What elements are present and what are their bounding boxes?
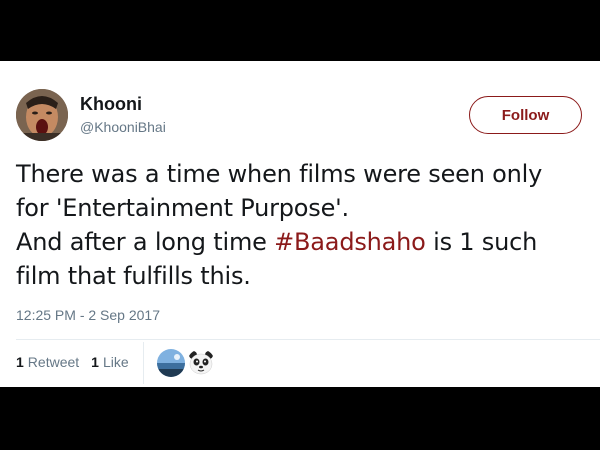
tweet-line: film that fulfills this. [16, 262, 251, 290]
tweet-card: Khooni @KhooniBhai Follow There was a ti… [0, 61, 600, 387]
like-stat[interactable]: 1 Like [91, 354, 128, 370]
liker-avatar-panda[interactable] [187, 349, 215, 377]
stats-separator [143, 342, 144, 384]
divider [16, 339, 600, 340]
tweet-stats: 1 Retweet 1 Like [16, 354, 141, 370]
tweet-text: There was a time when films were seen on… [16, 157, 592, 293]
liker-avatar-landscape[interactable] [157, 349, 185, 377]
hashtag-link[interactable]: #Baadshaho [274, 228, 426, 256]
user-avatar[interactable] [16, 89, 68, 141]
retweet-stat[interactable]: 1 Retweet [16, 354, 79, 370]
avatar-image [16, 89, 68, 141]
user-handle[interactable]: @KhooniBhai [80, 119, 166, 135]
panda-icon [187, 349, 215, 377]
user-name[interactable]: Khooni [80, 94, 142, 115]
tweet-line: And after a long time #Baadshaho is 1 su… [16, 225, 592, 259]
retweet-label: Retweet [27, 354, 80, 370]
like-count: 1 [91, 354, 99, 370]
tweet-line: for 'Entertainment Purpose'. [16, 194, 349, 222]
tweet-text-segment: And after a long time [16, 228, 275, 256]
tweet-text-segment: is 1 such [425, 228, 538, 256]
follow-button[interactable]: Follow [469, 96, 582, 134]
like-label: Like [102, 354, 129, 370]
tweet-line: There was a time when films were seen on… [16, 160, 543, 188]
landscape-avatar-image [157, 349, 185, 377]
retweet-count: 1 [16, 354, 24, 370]
tweet-timestamp[interactable]: 12:25 PM - 2 Sep 2017 [16, 307, 160, 323]
